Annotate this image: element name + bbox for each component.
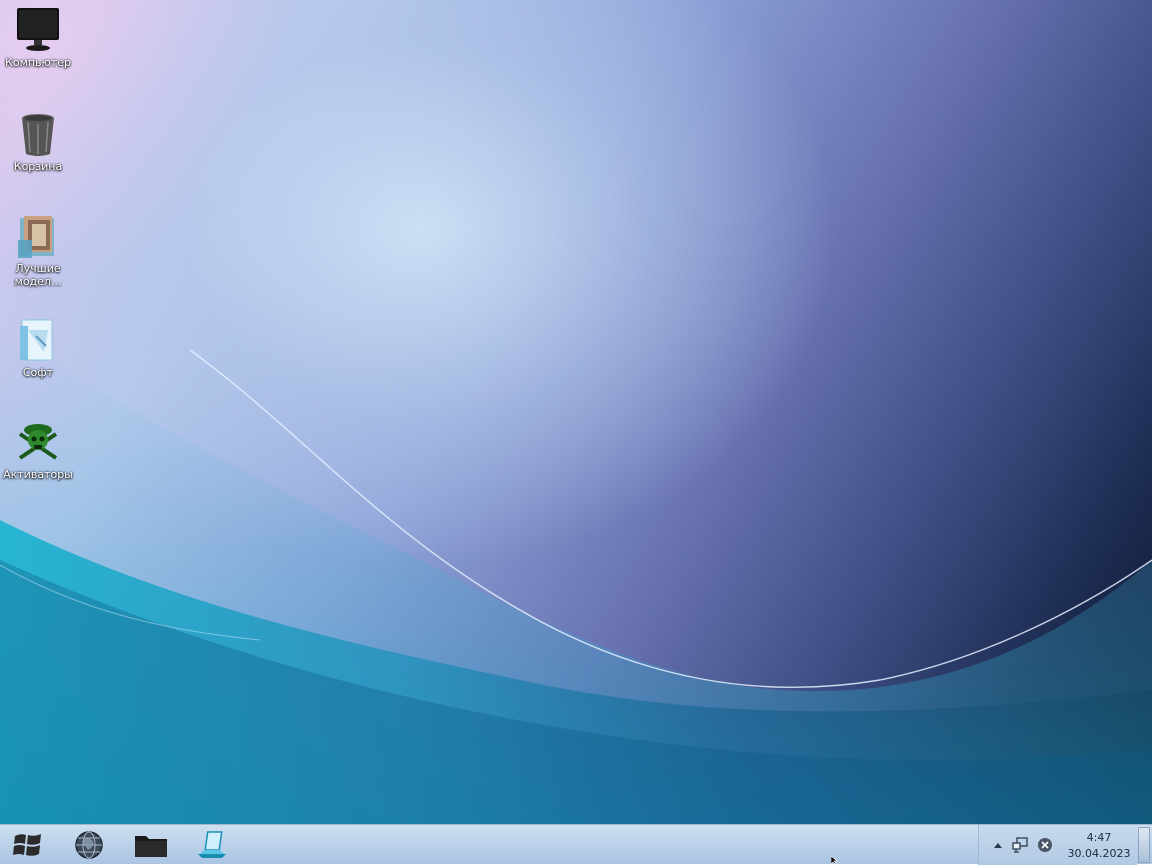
show-hidden-icons-arrow-icon: [994, 843, 1002, 848]
folder-icon: [20, 319, 53, 361]
desktop-background[interactable]: Компьютер Корзина Лучшие модел... Софт А…: [0, 0, 1152, 824]
tray-close-button[interactable]: [1037, 837, 1053, 853]
network-icon: [1012, 837, 1028, 853]
desktop-icon-label: Лучшие модел...: [14, 262, 62, 288]
start-windows-logo-icon: [13, 834, 41, 856]
show-desktop-button[interactable]: [1138, 827, 1150, 863]
desktop-icon-label: Корзина: [13, 160, 63, 173]
desktop-icon-recycle-bin[interactable]: Корзина: [0, 110, 76, 173]
desktop-icon-label: Активаторы: [3, 468, 73, 481]
monitor-icon: [17, 8, 59, 51]
desktop-icon-activators[interactable]: Активаторы: [0, 418, 76, 481]
desktop-icon-label: Компьютер: [5, 56, 71, 69]
desktop-icon-label: Софт: [22, 366, 54, 379]
recycle-bin-icon: [22, 114, 54, 156]
globe-icon: [75, 831, 103, 859]
taskbar-explorer-button[interactable]: [129, 827, 173, 863]
mouse-cursor-icon: [831, 856, 838, 864]
taskbar: 4:47 30.04.2023: [0, 824, 1152, 865]
wallpaper-wave: [0, 330, 1152, 824]
photo-folder-icon: [18, 216, 54, 258]
file-explorer-folder-icon: [135, 836, 167, 857]
close-circle-icon: [1038, 838, 1052, 852]
pirate-skull-icon: [18, 424, 58, 460]
desktop-icon-best-models[interactable]: Лучшие модел...: [0, 212, 76, 288]
desktop-icon-soft[interactable]: Софт: [0, 316, 76, 379]
taskbar-laptop-app-button[interactable]: [190, 827, 234, 863]
desktop-icon-computer[interactable]: Компьютер: [0, 6, 76, 69]
network-tray-button[interactable]: [1012, 837, 1028, 853]
taskbar-browser-button[interactable]: [67, 827, 111, 863]
clock-time[interactable]: 4:47: [1064, 831, 1134, 844]
clock-date[interactable]: 30.04.2023: [1064, 847, 1134, 860]
show-hidden-icons-button[interactable]: [990, 837, 1006, 853]
laptop-stand-icon: [198, 831, 226, 858]
start-button[interactable]: [6, 827, 50, 863]
